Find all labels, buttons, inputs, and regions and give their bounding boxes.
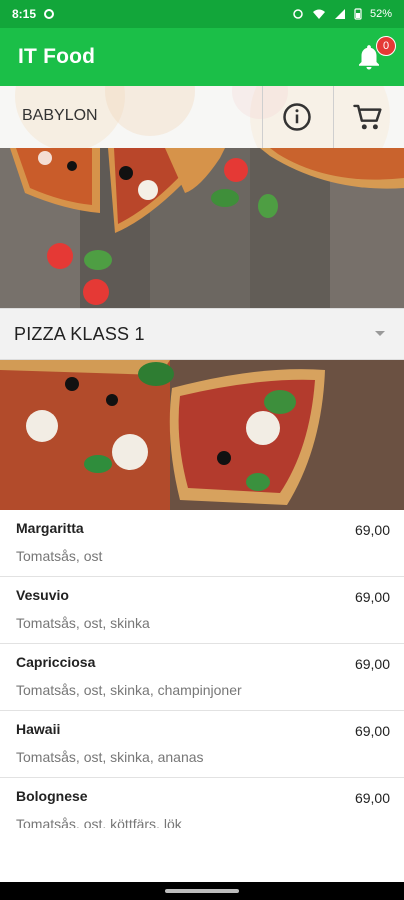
app-bar: IT Food 0 xyxy=(0,28,404,86)
notification-badge: 0 xyxy=(376,36,396,56)
category-banner-image xyxy=(0,360,404,510)
menu-item-description: Tomatsås, ost, köttfärs, lök xyxy=(16,816,182,828)
category-dropdown[interactable]: PIZZA KLASS 1 xyxy=(0,308,404,360)
restaurant-name: BABYLON xyxy=(22,107,98,124)
menu-item-description: Tomatsås, ost, skinka, ananas xyxy=(16,749,204,765)
menu-item-name: Hawaii xyxy=(16,721,61,737)
status-left: 8:15 xyxy=(12,7,55,21)
alarm-icon xyxy=(293,9,303,19)
menu-item[interactable]: Bolognese Tomatsås, ost, köttfärs, lök 6… xyxy=(0,778,404,828)
menu-item[interactable]: Capricciosa Tomatsås, ost, skinka, champ… xyxy=(0,644,404,711)
menu-item-price: 69,00 xyxy=(354,790,390,806)
cart-button[interactable] xyxy=(333,86,403,148)
menu-item[interactable]: Margaritta Tomatsås, ost 69,00 xyxy=(0,510,404,577)
menu-item-description: Tomatsås, ost, skinka, champinjoner xyxy=(16,682,242,698)
notifications-button[interactable]: 0 xyxy=(352,36,396,74)
battery-percent: 52% xyxy=(369,8,392,20)
menu-item-name: Vesuvio xyxy=(16,587,69,603)
pizza-hero-image xyxy=(0,148,404,308)
home-indicator[interactable] xyxy=(165,889,239,893)
category-title: PIZZA KLASS 1 xyxy=(14,323,145,344)
cart-icon xyxy=(353,104,382,130)
status-time: 8:15 xyxy=(12,7,37,21)
chevron-down-icon xyxy=(375,331,385,336)
wifi-icon xyxy=(312,9,325,19)
menu-list: Margaritta Tomatsås, ost 69,00 Vesuvio T… xyxy=(0,510,404,828)
info-icon xyxy=(283,103,311,131)
menu-item-price: 69,00 xyxy=(354,522,390,538)
menu-item-price: 69,00 xyxy=(354,589,390,605)
menu-item-name: Bolognese xyxy=(16,788,88,804)
menu-item[interactable]: Vesuvio Tomatsås, ost, skinka 69,00 xyxy=(0,577,404,644)
status-right: 52% xyxy=(292,8,392,20)
system-navigation-bar xyxy=(0,882,404,900)
pizza-category-image xyxy=(0,360,404,510)
app-status-icon xyxy=(44,9,55,19)
menu-item-name: Capricciosa xyxy=(16,654,96,670)
menu-item-description: Tomatsås, ost, skinka xyxy=(16,615,150,631)
status-bar: 8:15 52% xyxy=(0,0,404,28)
menu-item-name: Margaritta xyxy=(16,520,84,536)
app-title: IT Food xyxy=(18,45,96,68)
menu-item-price: 69,00 xyxy=(354,656,390,672)
menu-item-price: 69,00 xyxy=(354,723,390,739)
menu-item[interactable]: Hawaii Tomatsås, ost, skinka, ananas 69,… xyxy=(0,711,404,778)
menu-item-description: Tomatsås, ost xyxy=(16,548,103,564)
info-button[interactable] xyxy=(262,86,332,148)
restaurant-bar: BABYLON xyxy=(0,86,404,148)
battery-icon xyxy=(354,8,362,20)
hero-image xyxy=(0,148,404,308)
signal-icon xyxy=(334,9,345,19)
